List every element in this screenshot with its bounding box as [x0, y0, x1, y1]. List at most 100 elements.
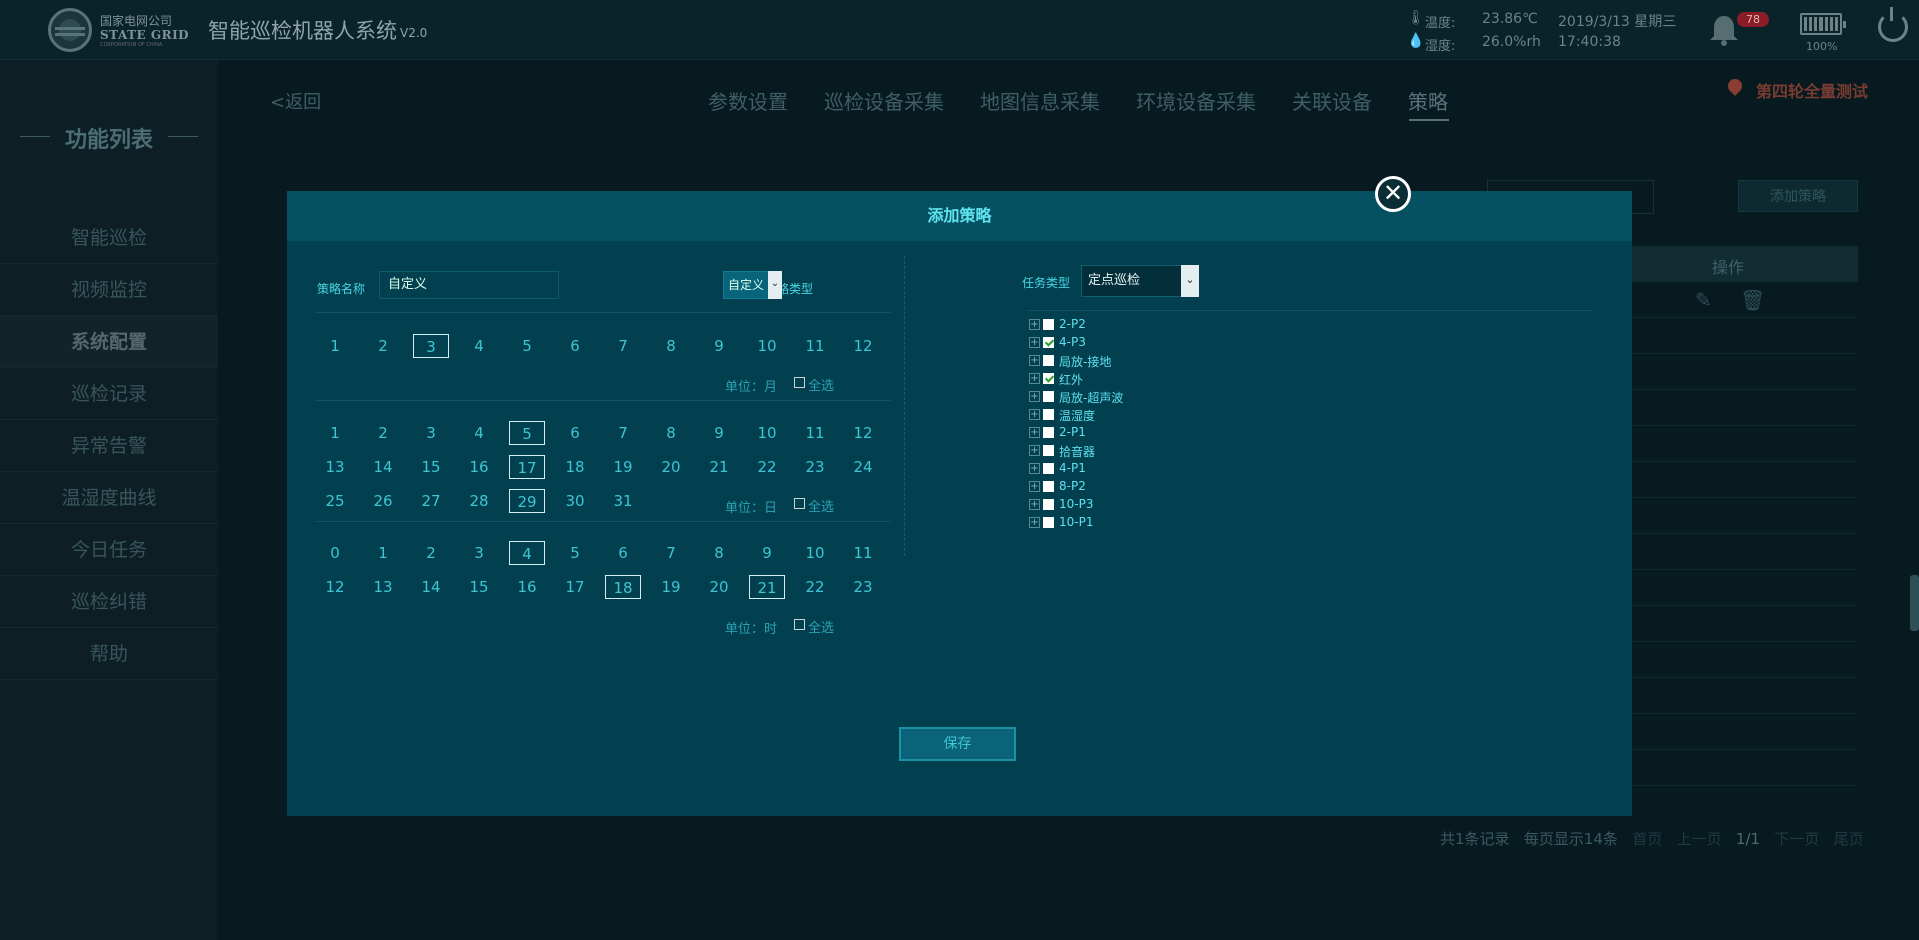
day-option[interactable]: 13 [317, 455, 353, 479]
month-option[interactable]: 12 [845, 334, 881, 358]
hour-option[interactable]: 9 [749, 541, 785, 565]
sidebar-item-patrol-records[interactable]: 巡检记录 [0, 368, 218, 420]
sidebar-item-temp-humidity-curve[interactable]: 温湿度曲线 [0, 472, 218, 524]
month-option[interactable]: 10 [749, 334, 785, 358]
back-link[interactable]: <返回 [270, 88, 321, 114]
day-option[interactable]: 1 [317, 421, 353, 445]
day-option[interactable]: 26 [365, 489, 401, 513]
save-button[interactable]: 保存 [899, 727, 1016, 761]
sidebar-item-patrol-correction[interactable]: 巡检纠错 [0, 576, 218, 628]
hour-option[interactable]: 6 [605, 541, 641, 565]
day-option[interactable]: 7 [605, 421, 641, 445]
hour-option[interactable]: 11 [845, 541, 881, 565]
add-strategy-button[interactable]: 添加策略 [1738, 180, 1858, 212]
tree-item-checkbox[interactable] [1043, 355, 1054, 366]
sidebar-item-help[interactable]: 帮助 [0, 628, 218, 680]
hour-option[interactable]: 19 [653, 575, 689, 599]
hour-option[interactable]: 16 [509, 575, 545, 599]
expand-icon[interactable]: + [1029, 337, 1040, 348]
tab-linked-devices[interactable]: 关联设备 [1292, 86, 1372, 115]
sidebar-item-smart-patrol[interactable]: 智能巡检 [0, 212, 218, 264]
day-option[interactable]: 28 [461, 489, 497, 513]
expand-icon[interactable]: + [1029, 517, 1040, 528]
month-option[interactable]: 2 [365, 334, 401, 358]
hour-option[interactable]: 14 [413, 575, 449, 599]
month-option[interactable]: 8 [653, 334, 689, 358]
pager-next[interactable]: 下一页 [1774, 830, 1819, 848]
tree-item-checkbox[interactable] [1043, 445, 1054, 456]
month-select-all-checkbox[interactable] [794, 377, 805, 388]
hour-option[interactable]: 23 [845, 575, 881, 599]
pager-first[interactable]: 首页 [1632, 830, 1662, 848]
pager-last[interactable]: 尾页 [1834, 830, 1864, 848]
hour-option[interactable]: 21 [749, 575, 785, 599]
day-option[interactable]: 29 [509, 489, 545, 513]
day-option[interactable]: 5 [509, 421, 545, 445]
day-option[interactable]: 2 [365, 421, 401, 445]
hour-option[interactable]: 13 [365, 575, 401, 599]
hour-option[interactable]: 0 [317, 541, 353, 565]
month-option[interactable]: 11 [797, 334, 833, 358]
hour-select-all-checkbox[interactable] [794, 619, 805, 630]
tab-environment-collection[interactable]: 环境设备采集 [1136, 86, 1256, 115]
hour-option[interactable]: 17 [557, 575, 593, 599]
month-option[interactable]: 4 [461, 334, 497, 358]
hour-option[interactable]: 5 [557, 541, 593, 565]
hour-option[interactable]: 7 [653, 541, 689, 565]
day-option[interactable]: 12 [845, 421, 881, 445]
tree-item-checkbox[interactable] [1043, 391, 1054, 402]
expand-icon[interactable]: + [1029, 445, 1040, 456]
hour-option[interactable]: 3 [461, 541, 497, 565]
expand-icon[interactable]: + [1029, 355, 1040, 366]
day-option[interactable]: 18 [557, 455, 593, 479]
day-option[interactable]: 9 [701, 421, 737, 445]
expand-icon[interactable]: + [1029, 427, 1040, 438]
edit-icon[interactable]: ✎ [1695, 288, 1712, 312]
day-option[interactable]: 8 [653, 421, 689, 445]
tree-item-checkbox[interactable] [1043, 373, 1054, 384]
day-option[interactable]: 23 [797, 455, 833, 479]
tab-map-collection[interactable]: 地图信息采集 [980, 86, 1100, 115]
hour-option[interactable]: 8 [701, 541, 737, 565]
day-option[interactable]: 19 [605, 455, 641, 479]
task-type-select[interactable]: 定点巡检 [1081, 265, 1185, 297]
day-option[interactable]: 15 [413, 455, 449, 479]
hour-option[interactable]: 18 [605, 575, 641, 599]
chevron-down-icon[interactable]: ⌄ [1181, 265, 1199, 297]
sidebar-item-system-config[interactable]: 系统配置 [0, 316, 218, 368]
tree-item-checkbox[interactable] [1043, 319, 1054, 330]
tree-item-checkbox[interactable] [1043, 517, 1054, 528]
month-option[interactable]: 7 [605, 334, 641, 358]
tab-device-collection[interactable]: 巡检设备采集 [824, 86, 944, 115]
tree-item-checkbox[interactable] [1043, 427, 1054, 438]
tab-parameter-settings[interactable]: 参数设置 [708, 86, 788, 115]
hour-option[interactable]: 15 [461, 575, 497, 599]
month-option[interactable]: 9 [701, 334, 737, 358]
trash-icon[interactable]: 🗑 [1740, 288, 1765, 312]
day-select-all-checkbox[interactable] [794, 498, 805, 509]
expand-icon[interactable]: + [1029, 409, 1040, 420]
month-option[interactable]: 1 [317, 334, 353, 358]
day-option[interactable]: 21 [701, 455, 737, 479]
power-icon[interactable] [1878, 7, 1908, 42]
sidebar-item-today-tasks[interactable]: 今日任务 [0, 524, 218, 576]
day-option[interactable]: 25 [317, 489, 353, 513]
hour-option[interactable]: 1 [365, 541, 401, 565]
day-option[interactable]: 10 [749, 421, 785, 445]
tree-item-checkbox[interactable] [1043, 337, 1054, 348]
month-option[interactable]: 3 [413, 334, 449, 358]
hour-option[interactable]: 12 [317, 575, 353, 599]
expand-icon[interactable]: + [1029, 481, 1040, 492]
hour-option[interactable]: 4 [509, 541, 545, 565]
month-option[interactable]: 5 [509, 334, 545, 358]
expand-icon[interactable]: + [1029, 391, 1040, 402]
tree-item-checkbox[interactable] [1043, 463, 1054, 474]
hour-option[interactable]: 22 [797, 575, 833, 599]
day-option[interactable]: 22 [749, 455, 785, 479]
expand-icon[interactable]: + [1029, 373, 1040, 384]
day-option[interactable]: 24 [845, 455, 881, 479]
day-option[interactable]: 17 [509, 455, 545, 479]
sidebar-item-alarms[interactable]: 异常告警 [0, 420, 218, 472]
day-option[interactable]: 31 [605, 489, 641, 513]
day-option[interactable]: 11 [797, 421, 833, 445]
